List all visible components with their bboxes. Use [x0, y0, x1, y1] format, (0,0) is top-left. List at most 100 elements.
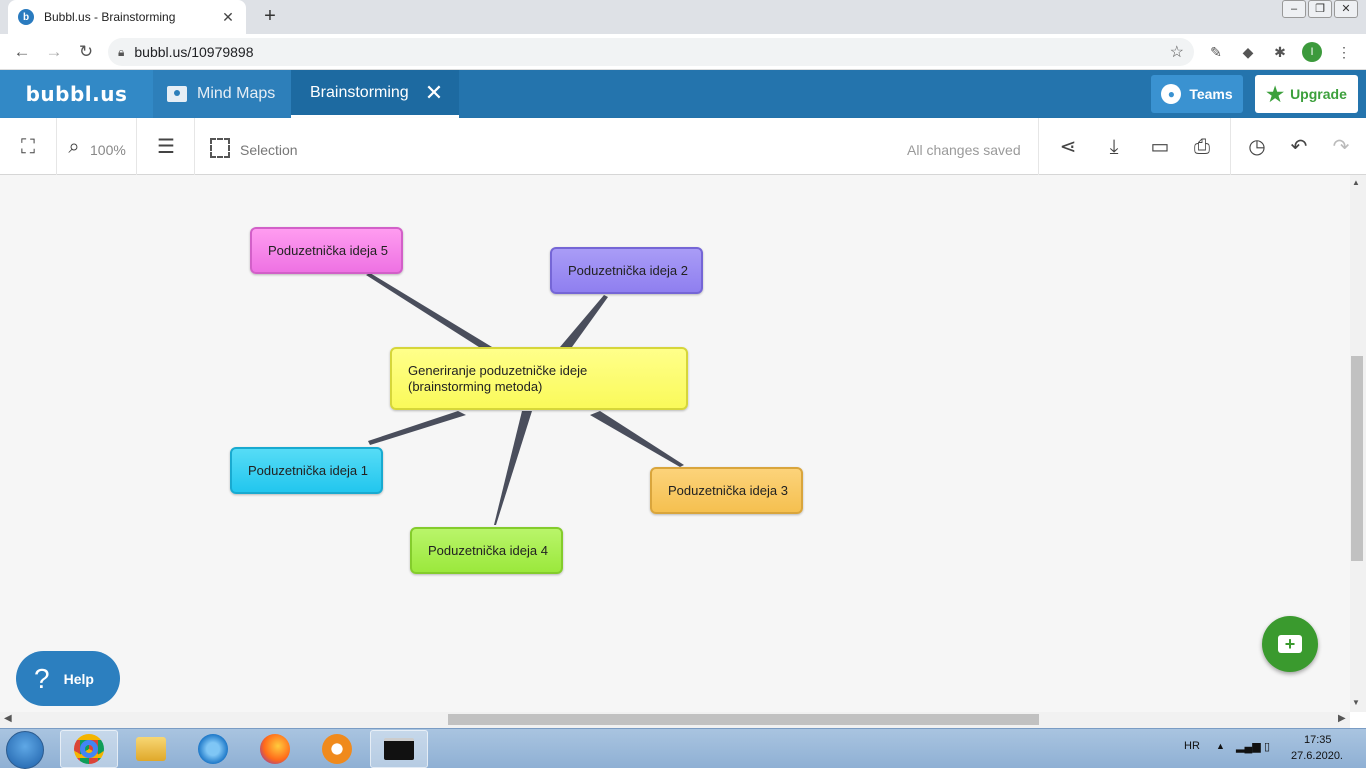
selection-label[interactable]: Selection [240, 142, 298, 158]
tab-brainstorming-label: Brainstorming [310, 83, 409, 101]
vertical-scroll-thumb[interactable] [1351, 356, 1363, 561]
profile-avatar[interactable]: I [1302, 42, 1322, 62]
idea-bubble-1[interactable]: Poduzetnička ideja 1 [230, 447, 383, 494]
url-bar[interactable]: 🔒︎ bubbl.us/10979898 ☆ [108, 38, 1194, 66]
browser-tabstrip: b Bubbl.us - Brainstorming ✕ + – ❐ ✕ [0, 0, 1366, 34]
folder-icon [167, 86, 187, 102]
back-icon[interactable]: ← [10, 40, 34, 64]
scroll-up-arrow-icon[interactable]: ▲ [1352, 178, 1360, 187]
link-idea-4 [494, 411, 532, 525]
browser-tab-title: Bubbl.us - Brainstorming [44, 10, 176, 24]
window-controls: – ❐ ✕ [1282, 0, 1358, 18]
close-tab-icon[interactable]: ✕ [220, 9, 236, 26]
zoom-level[interactable]: 100% [90, 142, 126, 158]
new-tab-button[interactable]: + [258, 4, 282, 28]
idea-bubble-3[interactable]: Poduzetnička ideja 3 [650, 467, 803, 514]
toolbar-divider [56, 118, 57, 175]
chrome-icon [74, 734, 104, 764]
firefox-icon [260, 734, 290, 764]
extension-tag-icon[interactable]: ◆ [1238, 42, 1258, 62]
url-text: bubbl.us/10979898 [134, 44, 254, 60]
toolbar-divider [1038, 118, 1039, 175]
map-toolbar: ⛶ ⌕ 100% ☰ Selection All changes saved ⋖… [0, 118, 1366, 175]
battery-icon[interactable]: ▯ [1264, 740, 1270, 753]
reload-icon[interactable]: ↻ [74, 40, 98, 64]
tab-mind-maps-label: Mind Maps [197, 85, 276, 102]
present-icon[interactable]: ▭ [1148, 135, 1172, 159]
address-bar: ← → ↻ 🔒︎ bubbl.us/10979898 ☆ ✎ ◆ ✱ I ⋮ [0, 34, 1366, 70]
scroll-left-arrow-icon[interactable]: ◀ [4, 713, 12, 724]
clock-date[interactable]: 27.6.2020. [1291, 750, 1343, 762]
extension-notes-icon[interactable]: ✎ [1206, 42, 1226, 62]
central-line-1: Generiranje poduzetničke ideje [408, 362, 588, 378]
teams-label: Teams [1189, 86, 1233, 102]
add-bubble-button[interactable]: + [1262, 616, 1318, 672]
menu-icon[interactable]: ☰ [154, 135, 178, 159]
central-line-2: (brainstorming metoda) [408, 378, 543, 394]
os-taskbar: HR ▲ ▂▄▆ ▯ 17:35 27.6.2020. [0, 728, 1366, 769]
close-map-icon[interactable]: ✕ [425, 81, 443, 104]
terminal-icon [384, 738, 414, 760]
forward-icon[interactable]: → [42, 40, 66, 64]
selection-icon[interactable] [210, 138, 230, 158]
horizontal-scroll-thumb[interactable] [448, 714, 1039, 725]
taskbar-chrome[interactable] [60, 730, 118, 768]
bookmark-star-icon[interactable]: ☆ [1170, 42, 1184, 62]
history-icon[interactable]: ◷ [1245, 135, 1269, 159]
taskbar-ie[interactable] [184, 730, 242, 768]
taskbar-explorer[interactable] [122, 730, 180, 768]
tray-expand-icon[interactable]: ▲ [1216, 741, 1225, 751]
mind-map-canvas[interactable]: Generiranje poduzetničke ideje (brainsto… [0, 175, 1350, 712]
bubbl-favicon-icon: b [18, 9, 34, 25]
idea-bubble-2[interactable]: Poduzetnička ideja 2 [550, 247, 703, 294]
central-bubble[interactable]: Generiranje poduzetničke ideje (brainsto… [390, 347, 688, 410]
bubbl-logo[interactable]: bubbl.us [0, 70, 153, 118]
taskbar-settings-app[interactable] [308, 730, 366, 768]
share-icon[interactable]: ⋖ [1056, 135, 1080, 159]
redo-icon[interactable]: ↷ [1329, 135, 1353, 159]
scroll-down-arrow-icon[interactable]: ▼ [1352, 698, 1360, 707]
app-header: bubbl.us Mind Maps Brainstorming ✕ ● Tea… [0, 70, 1366, 118]
help-button[interactable]: ? Help [16, 651, 120, 706]
browser-tab[interactable]: b Bubbl.us - Brainstorming ✕ [8, 0, 246, 34]
idea-bubble-5[interactable]: Poduzetnička ideja 5 [250, 227, 403, 274]
link-idea-2 [560, 295, 608, 347]
link-idea-1 [368, 411, 466, 445]
network-icon[interactable]: ▂▄▆ [1236, 740, 1261, 753]
link-idea-3 [590, 411, 684, 467]
start-button[interactable] [6, 731, 44, 769]
lock-icon: 🔒︎ [118, 44, 125, 59]
question-icon: ? [34, 662, 50, 694]
link-idea-5 [366, 273, 492, 349]
idea-bubble-4[interactable]: Poduzetnička ideja 4 [410, 527, 563, 574]
teams-button[interactable]: ● Teams [1151, 75, 1243, 113]
extensions-puzzle-icon[interactable]: ✱ [1270, 42, 1290, 62]
save-status: All changes saved [907, 142, 1021, 158]
scroll-right-arrow-icon[interactable]: ▶ [1338, 713, 1346, 724]
close-window-button[interactable]: ✕ [1334, 0, 1358, 18]
tab-mind-maps[interactable]: Mind Maps [153, 70, 291, 118]
zoom-icon[interactable]: ⌕ [62, 135, 86, 159]
upgrade-button[interactable]: ★ Upgrade [1255, 75, 1358, 113]
toolbar-divider [1230, 118, 1231, 175]
toolbar-divider [194, 118, 195, 175]
clock-time[interactable]: 17:35 [1304, 734, 1332, 746]
plus-icon: + [1278, 635, 1302, 653]
taskbar-terminal[interactable] [370, 730, 428, 768]
print-icon[interactable]: ⎙ [1190, 135, 1214, 159]
browser-menu-icon[interactable]: ⋮ [1334, 42, 1354, 62]
internet-explorer-icon [198, 734, 228, 764]
teams-icon: ● [1161, 84, 1182, 104]
toolbar-divider [136, 118, 137, 175]
language-indicator[interactable]: HR [1184, 740, 1200, 752]
fit-screen-icon[interactable]: ⛶ [16, 135, 40, 159]
help-label: Help [63, 670, 94, 687]
restore-button[interactable]: ❐ [1308, 0, 1332, 18]
star-icon: ★ [1266, 83, 1285, 106]
folder-icon [136, 737, 166, 761]
undo-icon[interactable]: ↶ [1287, 135, 1311, 159]
minimize-button[interactable]: – [1282, 0, 1306, 18]
tab-brainstorming[interactable]: Brainstorming ✕ [291, 70, 459, 118]
download-icon[interactable]: ⤓ [1102, 135, 1126, 159]
taskbar-firefox[interactable] [246, 730, 304, 768]
